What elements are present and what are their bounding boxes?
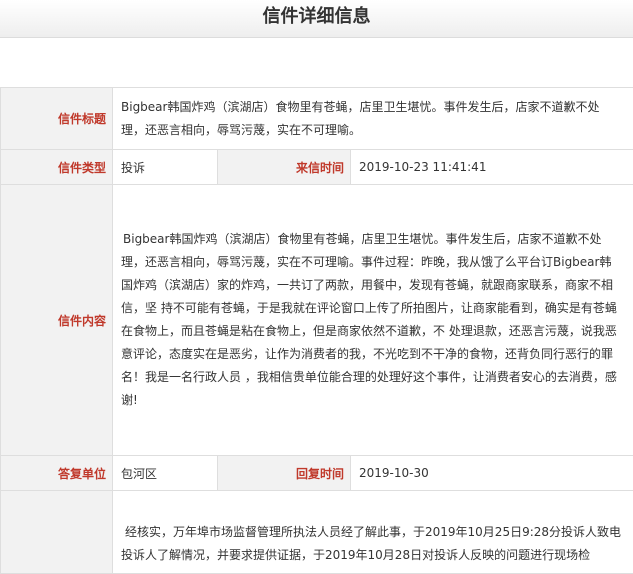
reply-time-value: 2019-10-30 xyxy=(351,456,633,491)
received-label: 来信时间 xyxy=(218,150,351,185)
subject-row: 信件标题 Bigbear韩国炸鸡（滨湖店）食物里有苍蝇，店里卫生堪忧。事件发生后… xyxy=(1,88,633,150)
type-value: 投诉 xyxy=(113,150,218,185)
page-title: 信件详细信息 xyxy=(0,0,633,33)
type-label: 信件类型 xyxy=(1,150,113,185)
type-row: 信件类型 投诉 来信时间 2019-10-23 11:41:41 xyxy=(1,150,633,185)
subject-value: Bigbear韩国炸鸡（滨湖店）食物里有苍蝇，店里卫生堪忧。事件发生后，店家不道… xyxy=(113,88,633,150)
content-row: 信件内容 Bigbear韩国炸鸡（滨湖店）食物里有苍蝇，店里卫生堪忧。事件发生后… xyxy=(1,185,633,456)
reply-content-row: 经核实，万年埠市场监督管理所执法人员经了解此事，于2019年10月25日9:28… xyxy=(1,491,633,574)
reply-time-label: 回复时间 xyxy=(218,456,351,491)
reply-unit-label: 答复单位 xyxy=(1,456,113,491)
content-label: 信件内容 xyxy=(1,185,113,456)
received-value: 2019-10-23 11:41:41 xyxy=(351,150,633,185)
reply-info-row: 答复单位 包河区 回复时间 2019-10-30 xyxy=(1,456,633,491)
reply-content-value: 经核实，万年埠市场监督管理所执法人员经了解此事，于2019年10月25日9:28… xyxy=(121,491,623,567)
reply-content-label xyxy=(1,491,113,574)
page-header: 信件详细信息 xyxy=(0,0,633,38)
reply-unit-value: 包河区 xyxy=(113,456,218,491)
content-value: Bigbear韩国炸鸡（滨湖店）食物里有苍蝇，店里卫生堪忧。事件发生后，店家不道… xyxy=(113,185,633,456)
reply-content-cell: 经核实，万年埠市场监督管理所执法人员经了解此事，于2019年10月25日9:28… xyxy=(113,491,633,574)
subject-label: 信件标题 xyxy=(1,88,113,150)
letter-detail-table: 信件标题 Bigbear韩国炸鸡（滨湖店）食物里有苍蝇，店里卫生堪忧。事件发生后… xyxy=(0,87,633,574)
